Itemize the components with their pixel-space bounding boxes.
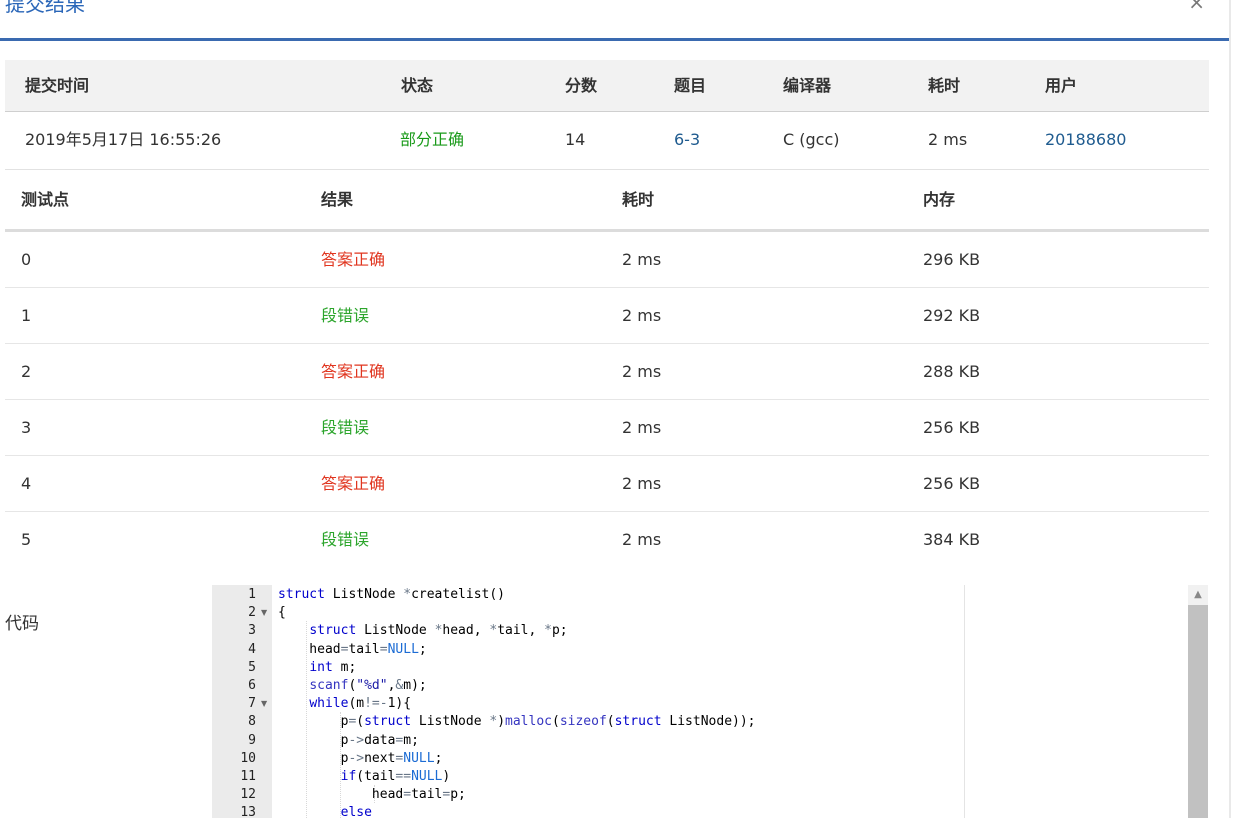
line-number: 7 <box>248 696 256 712</box>
testcase-id: 5 <box>21 530 32 549</box>
submit-time: 2019年5月17日 16:55:26 <box>25 130 222 149</box>
fold-toggle-icon[interactable]: ▼ <box>261 604 267 622</box>
code-editor[interactable]: 1 2 ▼ 3 4 5 6 7 ▼ 8 9 10 11 12 13 struct ListNode *cre… <box>212 585 1208 818</box>
code-line: int m; <box>309 659 357 675</box>
close-icon[interactable]: × <box>1188 0 1205 14</box>
line-number: 13 <box>240 805 256 818</box>
testcase-time: 2 ms <box>622 418 662 437</box>
line-number: 4 <box>248 641 256 657</box>
compiler-value: C (gcc) <box>783 130 840 149</box>
code-line: while(m!=-1){ <box>309 696 412 712</box>
table-row: 5 段错误 2 ms 384 KB <box>5 512 1209 567</box>
code-line: else <box>340 805 372 818</box>
header-problem: 题目 <box>674 76 707 95</box>
modal-title: 提交结果 <box>5 0 85 16</box>
testcase-memory: 256 KB <box>923 418 981 437</box>
header-submit-time: 提交时间 <box>25 76 90 95</box>
testcase-id: 0 <box>21 250 32 269</box>
header-compiler: 编译器 <box>783 76 832 95</box>
header-duration: 耗时 <box>928 76 961 95</box>
testcase-time: 2 ms <box>622 530 662 549</box>
testcase-id: 1 <box>21 306 32 325</box>
code-line: head=tail=p; <box>278 787 466 803</box>
problem-link[interactable]: 6-3 <box>674 130 700 150</box>
testcase-id: 2 <box>21 362 32 381</box>
testcase-time: 2 ms <box>622 474 662 493</box>
testcase-memory: 256 KB <box>923 474 981 493</box>
testcase-time: 2 ms <box>622 250 662 269</box>
scroll-up-icon[interactable]: ▲ <box>1188 585 1208 605</box>
testcase-result: 答案正确 <box>321 362 386 381</box>
testcase-result: 段错误 <box>321 306 370 325</box>
line-number: 12 <box>240 787 256 803</box>
table-row: 0 答案正确 2 ms 296 KB <box>5 232 1209 288</box>
code-area[interactable]: struct ListNode *createlist() { struct Li… <box>272 585 1188 818</box>
user-link[interactable]: 20188680 <box>1045 130 1126 150</box>
testcase-memory: 296 KB <box>923 250 981 269</box>
vertical-scrollbar[interactable]: ▲ <box>1188 585 1208 818</box>
line-number: 8 <box>248 714 256 730</box>
submission-table: 提交时间 状态 分数 题目 编译器 耗时 用户 2019年5月17日 16:55… <box>5 60 1209 170</box>
table-row: 2 答案正确 2 ms 288 KB <box>5 344 1209 400</box>
code-line: if(tail==NULL) <box>340 769 451 784</box>
header-time: 耗时 <box>622 190 655 209</box>
modal-header: 提交结果 × <box>0 0 1229 41</box>
line-number: 10 <box>240 750 256 766</box>
testcase-id: 4 <box>21 474 32 493</box>
header-result: 结果 <box>321 190 354 209</box>
code-line: scanf("%d",&m); <box>309 678 427 693</box>
submission-table-header: 提交时间 状态 分数 题目 编译器 耗时 用户 <box>5 60 1209 112</box>
window-edge <box>1229 0 1231 818</box>
line-number: 11 <box>240 769 256 784</box>
testcase-table-header: 测试点 结果 耗时 内存 <box>5 170 1209 232</box>
code-line: head=tail=NULL; <box>278 641 427 657</box>
line-number: 3 <box>248 623 256 639</box>
testcase-time: 2 ms <box>622 362 662 381</box>
testcase-result: 段错误 <box>321 530 370 549</box>
testcase-time: 2 ms <box>622 306 662 325</box>
code-line: struct ListNode *createlist() <box>278 587 505 602</box>
header-status: 状态 <box>401 76 434 95</box>
line-number: 2 <box>248 605 256 621</box>
line-number: 5 <box>248 659 256 675</box>
testcase-memory: 288 KB <box>923 362 981 381</box>
header-testcase: 测试点 <box>21 190 70 209</box>
testcase-id: 3 <box>21 418 32 437</box>
header-memory: 内存 <box>923 190 956 209</box>
testcase-result: 答案正确 <box>321 250 386 269</box>
scroll-thumb[interactable] <box>1188 605 1208 818</box>
testcase-result: 答案正确 <box>321 474 386 493</box>
score-value: 14 <box>565 130 586 149</box>
code-line: p->next=NULL; <box>278 750 443 766</box>
header-user: 用户 <box>1045 76 1078 95</box>
testcase-memory: 384 KB <box>923 530 981 549</box>
status-badge: 部分正确 <box>400 130 465 149</box>
print-margin <box>964 585 965 818</box>
submission-row: 2019年5月17日 16:55:26 部分正确 14 6-3 C (gcc) … <box>5 112 1209 170</box>
duration-value: 2 ms <box>928 130 968 149</box>
testcase-table: 测试点 结果 耗时 内存 0 答案正确 2 ms 296 KB 1 段错误 2 ms 292 … <box>5 170 1209 567</box>
code-line: p->data=m; <box>278 732 419 748</box>
table-row: 3 段错误 2 ms 256 KB <box>5 400 1209 456</box>
line-number: 6 <box>248 678 256 693</box>
code-line: p=(struct ListNode *)malloc(sizeof(struc… <box>278 714 756 730</box>
testcase-result: 段错误 <box>321 418 370 437</box>
code-line: { <box>278 605 286 621</box>
code-line: struct ListNode *head, *tail, *p; <box>309 623 568 639</box>
table-row: 1 段错误 2 ms 292 KB <box>5 288 1209 344</box>
header-score: 分数 <box>565 76 598 95</box>
code-label: 代码 <box>5 614 39 634</box>
line-number: 1 <box>248 587 256 602</box>
line-number-gutter: 1 2 ▼ 3 4 5 6 7 ▼ 8 9 10 11 12 13 <box>212 585 272 818</box>
fold-toggle-icon[interactable]: ▼ <box>261 695 267 713</box>
line-number: 9 <box>248 732 256 748</box>
testcase-memory: 292 KB <box>923 306 981 325</box>
table-row: 4 答案正确 2 ms 256 KB <box>5 456 1209 512</box>
